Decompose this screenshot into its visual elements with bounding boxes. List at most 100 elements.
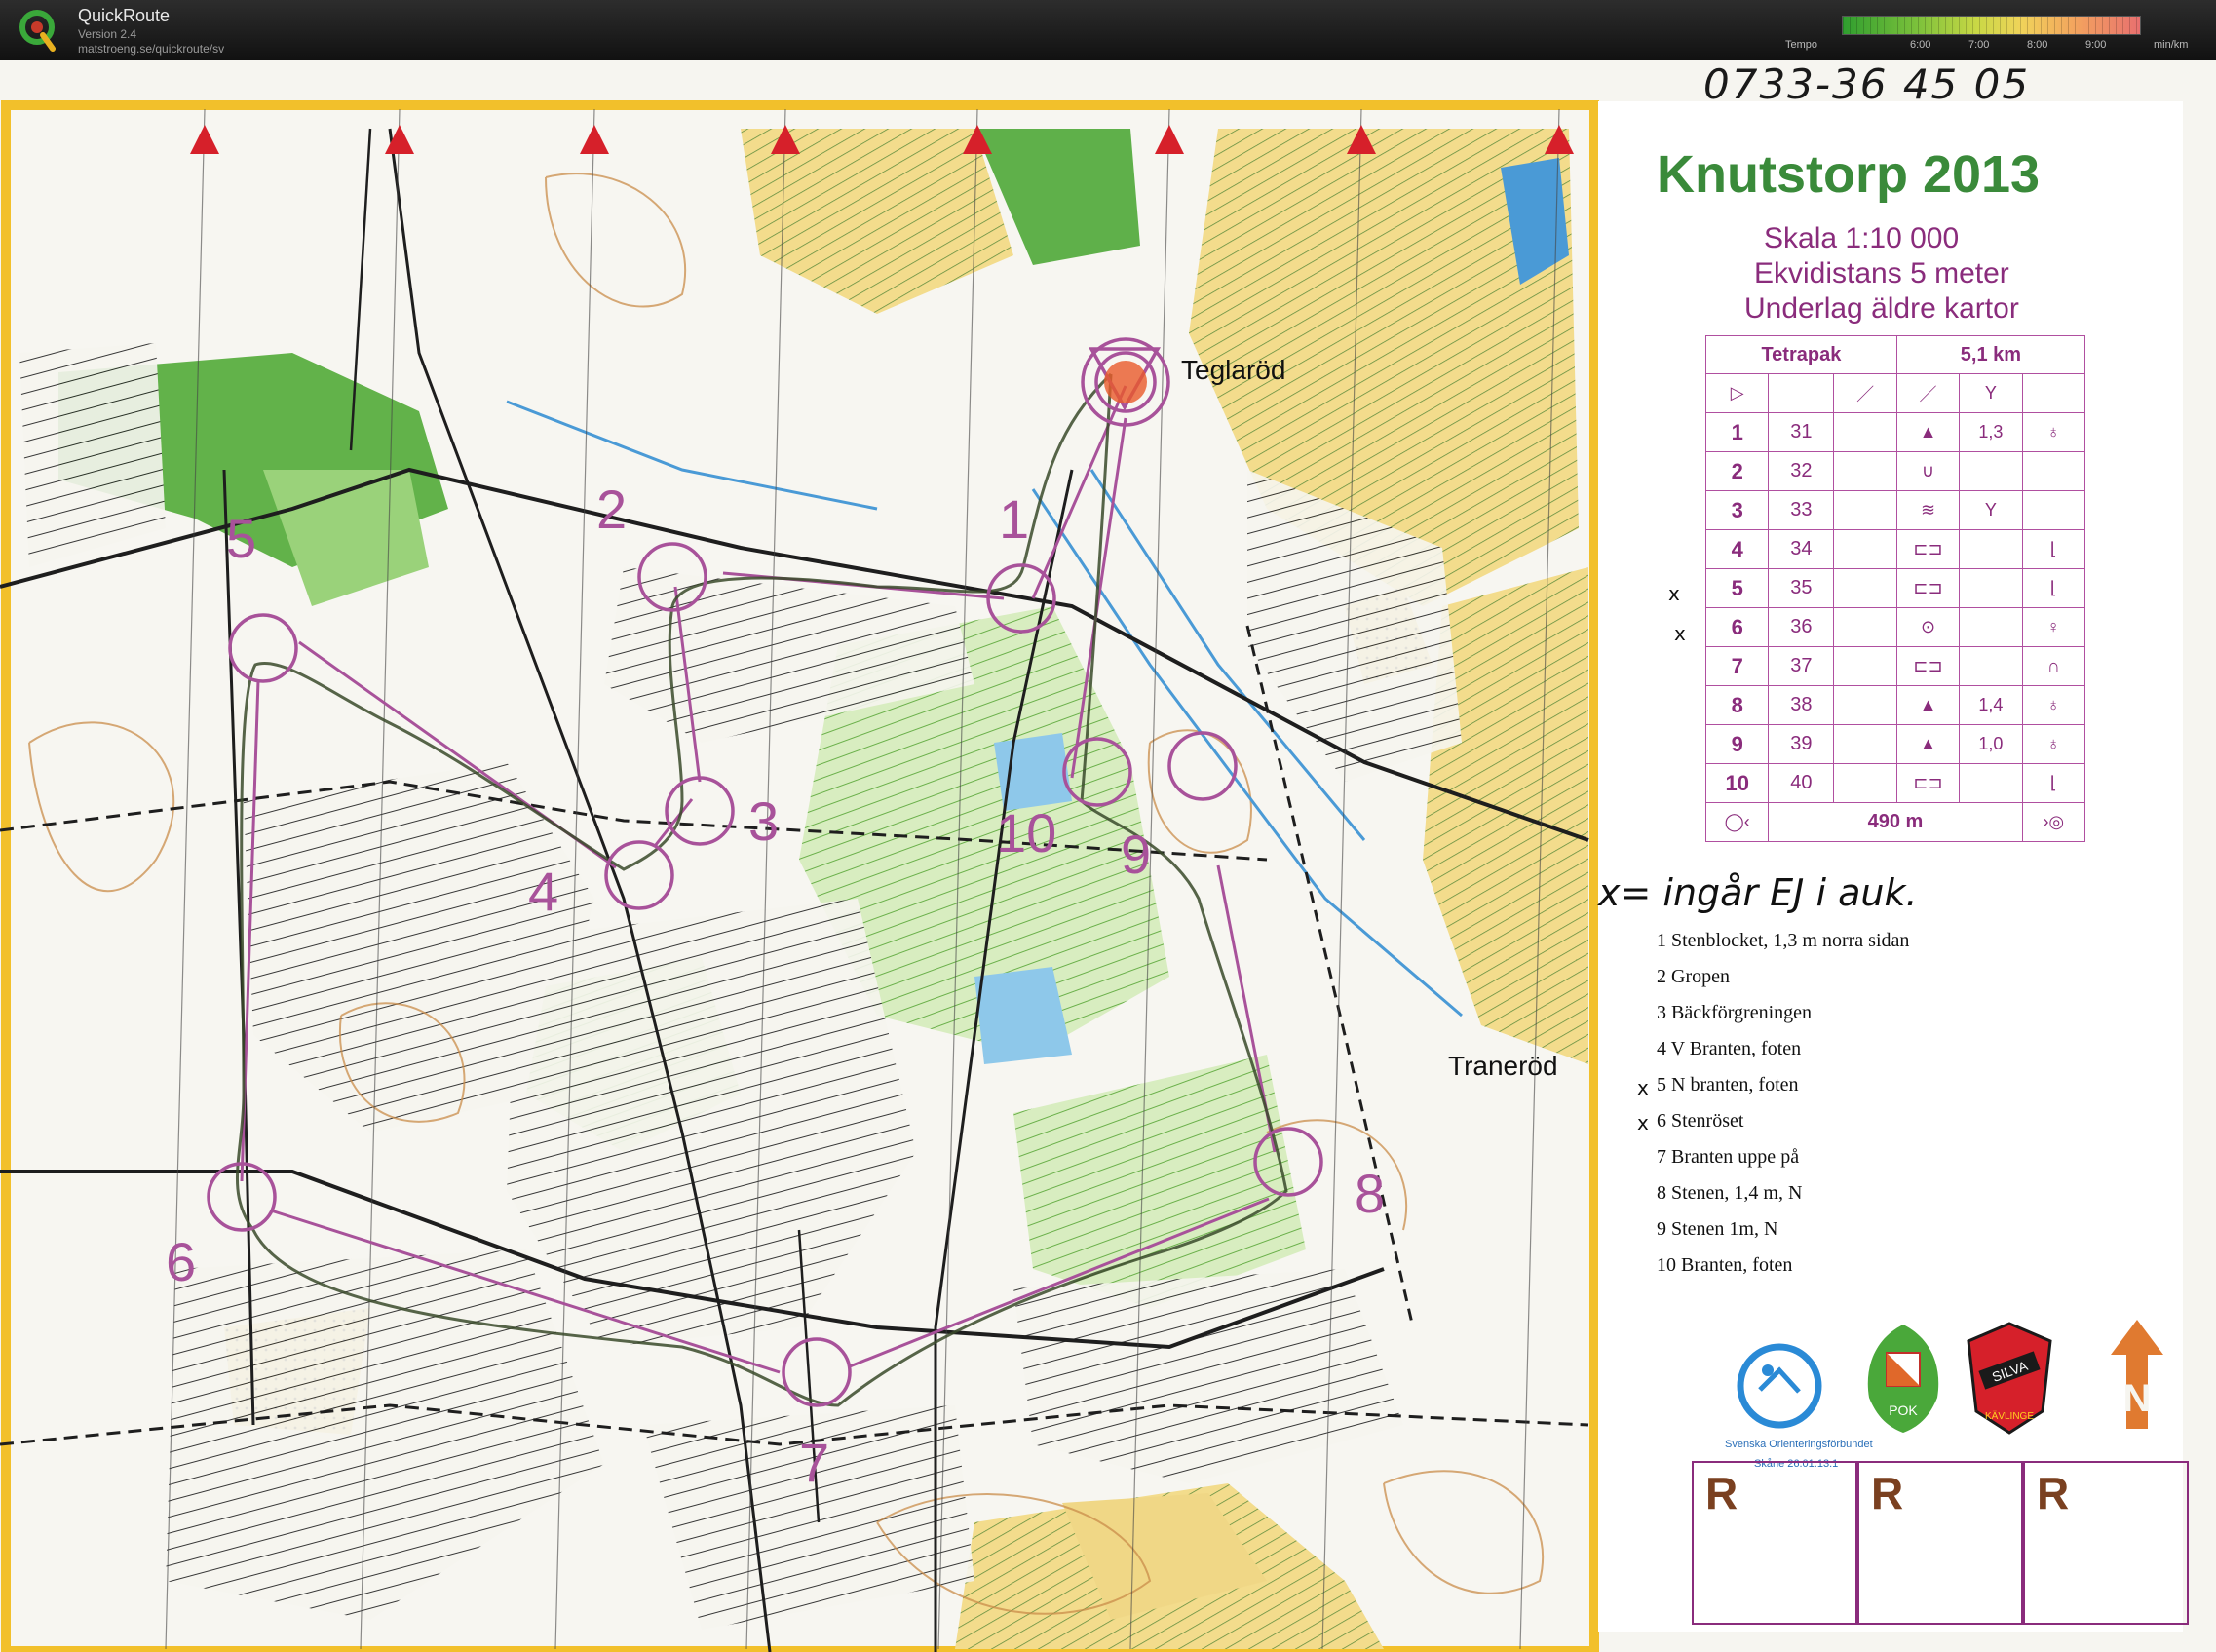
control-number-5: 5 [226, 508, 257, 569]
table-row: 3 33 ≋ Y [1704, 490, 2086, 530]
size-cell [1959, 451, 2023, 491]
control-code-cell: 31 [1768, 412, 1835, 452]
feature-cell: ⊏⊐ [1895, 529, 1961, 569]
svg-text:KÄVLINGE: KÄVLINGE [1985, 1410, 2034, 1422]
control-number-cell: 4 [1704, 529, 1770, 569]
control-code-cell: 38 [1768, 685, 1835, 725]
location-cell: ⌊ [2021, 529, 2086, 569]
control-number-2: 2 [596, 479, 628, 540]
direction-cell [1833, 490, 1897, 530]
location-cell: ∩ [2021, 646, 2086, 686]
place-name-teglarod: Teglaröd [1181, 355, 1286, 385]
feature-cell: ▲ [1895, 412, 1961, 452]
control-number-10: 10 [996, 802, 1057, 864]
location-cell [2021, 490, 2086, 530]
app-version: Version 2.4 [78, 27, 137, 41]
finish-symbol-cell: ◯‹ [1704, 802, 1770, 842]
control-code-cell: 39 [1768, 724, 1835, 764]
orienteering-map[interactable]: 1 2 3 4 5 6 7 8 9 10 Teglaröd Traneröd 0… [0, 60, 2216, 1652]
control-number-cell: 2 [1704, 451, 1770, 491]
direction-cell [1833, 646, 1897, 686]
excluded-mark: x [1674, 622, 1686, 645]
control-description-item: 4 V Branten, foten [1657, 1038, 1802, 1059]
control-number-8: 8 [1355, 1163, 1386, 1224]
r-label: R [2037, 1468, 2070, 1518]
table-row: 6 36 ⊙ ♀ [1704, 607, 2086, 647]
finish-distance: 490 m [1768, 802, 2023, 842]
start-symbol-cell: Y [1959, 373, 2023, 413]
direction-cell [1833, 412, 1897, 452]
r-box-2: R [1857, 1461, 2023, 1625]
tempo-tick: 8:00 [2027, 39, 2048, 51]
control-code-cell: 34 [1768, 529, 1835, 569]
silva-kavlinge-logo-icon: SILVA KÄVLINGE [1967, 1322, 2052, 1435]
size-cell [1959, 607, 2023, 647]
tempo-tick: 7:00 [1968, 39, 1990, 51]
size-cell: 1,0 [1959, 724, 2023, 764]
location-cell: ♁ [2021, 685, 2086, 725]
table-row: 4 34 ⊏⊐ ⌊ [1704, 529, 2086, 569]
table-finish-row: ◯‹ 490 m ›◎ [1704, 802, 2086, 842]
feature-cell: ⊏⊐ [1895, 763, 1961, 803]
control-number-7: 7 [799, 1432, 830, 1493]
control-code-cell: 32 [1768, 451, 1835, 491]
pok-logo-icon: POK [1867, 1325, 1939, 1433]
feature-cell: ∪ [1895, 451, 1961, 491]
table-row: 7 37 ⊏⊐ ∩ [1704, 646, 2086, 686]
table-row: 9 39 ▲ 1,0 ♁ [1704, 724, 2086, 764]
control-code-cell: 40 [1768, 763, 1835, 803]
direction-cell [1833, 529, 1897, 569]
pok-label: POK [1889, 1402, 1918, 1418]
direction-cell [1833, 685, 1897, 725]
size-cell: Y [1959, 490, 2023, 530]
control-code-cell: 33 [1768, 490, 1835, 530]
tempo-label: Tempo [1785, 39, 1818, 51]
control-code-cell: 37 [1768, 646, 1835, 686]
size-cell [1959, 568, 2023, 608]
start-symbol-cell [2021, 373, 2086, 413]
size-cell [1959, 763, 2023, 803]
control-number-1: 1 [999, 488, 1030, 550]
size-cell: 1,4 [1959, 685, 2023, 725]
control-number-cell: 10 [1704, 763, 1770, 803]
table-row: 2 32 ∪ [1704, 451, 2086, 491]
place-name-tranerod: Traneröd [1448, 1051, 1558, 1081]
feature-cell: ⊏⊐ [1895, 568, 1961, 608]
app-url: matstroeng.se/quickroute/sv [78, 42, 225, 56]
table-row: 1 31 ▲ 1,3 ♁ [1704, 412, 2086, 452]
location-cell: ♁ [2021, 412, 2086, 452]
r-box-3: R [2023, 1461, 2189, 1625]
start-symbol-cell [1768, 373, 1835, 413]
feature-cell: ⊏⊐ [1895, 646, 1961, 686]
feature-cell: ≋ [1895, 490, 1961, 530]
finish-symbol-cell: ›◎ [2021, 802, 2086, 842]
table-row: 8 38 ▲ 1,4 ♁ [1704, 685, 2086, 725]
excluded-mark: x [1637, 1076, 1649, 1099]
location-cell [2021, 451, 2086, 491]
control-number-cell: 5 [1704, 568, 1770, 608]
feature-cell: ▲ [1895, 724, 1961, 764]
table-start-row: ▷ ／／ Y [1704, 373, 2086, 413]
size-cell [1959, 646, 2023, 686]
excluded-mark: x [1637, 1111, 1649, 1134]
direction-cell [1833, 607, 1897, 647]
handwritten-legend-note: x= ingår EJ i auk. [1598, 871, 1918, 914]
control-number-cell: 8 [1704, 685, 1770, 725]
control-number-6: 6 [166, 1231, 197, 1292]
tempo-color-scale [1842, 16, 2141, 35]
sof-caption: Svenska Orienteringsförbundet [1725, 1439, 1873, 1450]
control-description-item: 2 Gropen [1657, 966, 1730, 987]
map-base: Underlag äldre kartor [1744, 292, 2019, 325]
map-contour-interval: Ekvidistans 5 meter [1754, 257, 2009, 289]
control-number-3: 3 [748, 790, 780, 852]
direction-cell [1833, 724, 1897, 764]
feature-cell: ⊙ [1895, 607, 1961, 647]
control-description-item: 3 Bäckförgreningen [1657, 1002, 1813, 1023]
table-header-row: Tetrapak 5,1 km [1705, 335, 2086, 374]
direction-cell [1833, 763, 1897, 803]
feature-cell: ▲ [1895, 685, 1961, 725]
event-title: Knutstorp 2013 [1657, 145, 2041, 204]
control-number-4: 4 [528, 861, 559, 922]
table-row: 10 40 ⊏⊐ ⌊ [1704, 763, 2086, 803]
map-legend-panel: Knutstorp 2013 Skala 1:10 000 Ekvidistan… [1598, 101, 2189, 1632]
